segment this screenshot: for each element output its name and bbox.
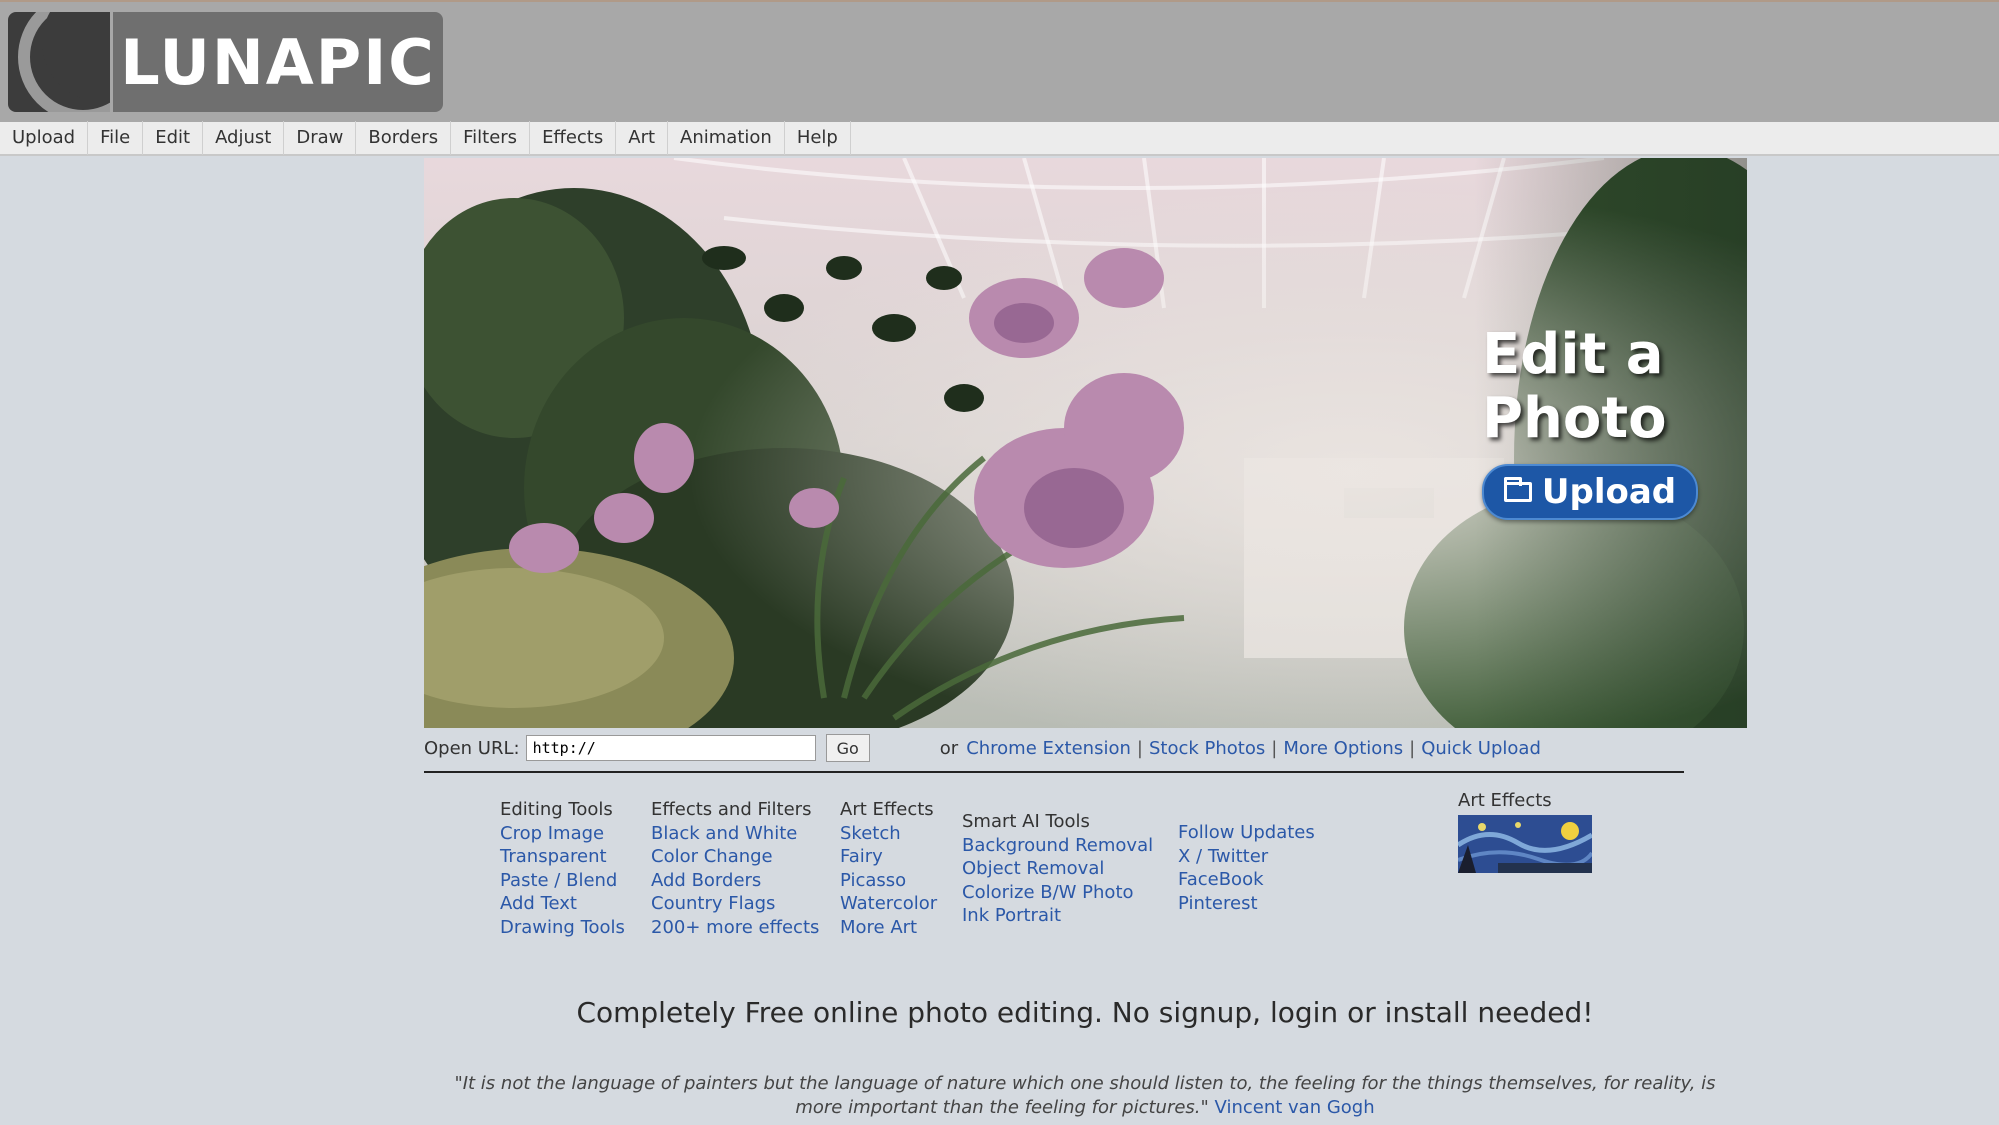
open-url-label: Open URL:	[424, 737, 520, 759]
quote-author-link[interactable]: Vincent van Gogh	[1215, 1097, 1375, 1118]
separator: |	[1409, 737, 1416, 759]
black-white-link[interactable]: Black and White	[651, 822, 819, 846]
chrome-extension-link[interactable]: Chrome Extension	[966, 738, 1131, 759]
starry-night-thumbnail[interactable]	[1458, 815, 1592, 873]
more-art-link[interactable]: More Art	[840, 916, 937, 940]
more-effects-link[interactable]: 200+ more effects	[651, 916, 819, 940]
add-text-link[interactable]: Add Text	[500, 892, 625, 916]
quick-upload-link[interactable]: Quick Upload	[1421, 738, 1541, 759]
hero-title-line2: Photo	[1482, 386, 1667, 451]
art-effects-column: Art Effects Sketch Fairy Picasso Waterco…	[840, 798, 937, 939]
moon-logo-icon	[8, 12, 110, 112]
color-change-link[interactable]: Color Change	[651, 845, 819, 869]
column-heading: Effects and Filters	[651, 799, 812, 820]
menu-art[interactable]: Art	[616, 121, 669, 155]
art-effects-title: Art Effects	[1458, 790, 1552, 811]
smart-ai-column: Smart AI Tools Background Removal Object…	[962, 810, 1153, 928]
menu-borders[interactable]: Borders	[356, 121, 452, 155]
x-twitter-link[interactable]: X / Twitter	[1178, 845, 1315, 869]
section-divider	[424, 771, 1684, 773]
tagline: Completely Free online photo editing. No…	[576, 996, 1594, 1029]
column-heading: Smart AI Tools	[962, 811, 1090, 832]
menu-adjust[interactable]: Adjust	[203, 121, 285, 155]
colorize-link[interactable]: Colorize B/W Photo	[962, 881, 1153, 905]
crop-image-link[interactable]: Crop Image	[500, 822, 625, 846]
object-removal-link[interactable]: Object Removal	[962, 857, 1153, 881]
follow-updates-link[interactable]: Follow Updates	[1178, 821, 1315, 845]
alt-upload-links: or Chrome Extension | Stock Photos | Mor…	[940, 738, 1541, 759]
menu-file[interactable]: File	[88, 121, 144, 155]
column-heading: Art Effects	[840, 799, 934, 820]
facebook-link[interactable]: FaceBook	[1178, 868, 1315, 892]
editing-tools-column: Editing Tools Crop Image Transparent Pas…	[500, 798, 625, 939]
watercolor-link[interactable]: Watercolor	[840, 892, 937, 916]
site-header: LUNAPIC	[0, 0, 1999, 122]
background-removal-link[interactable]: Background Removal	[962, 834, 1153, 858]
menu-edit[interactable]: Edit	[143, 121, 204, 155]
column-heading: Editing Tools	[500, 799, 613, 820]
menu-filters[interactable]: Filters	[451, 121, 531, 155]
menu-help[interactable]: Help	[785, 121, 851, 155]
add-borders-link[interactable]: Add Borders	[651, 869, 819, 893]
picasso-link[interactable]: Picasso	[840, 869, 937, 893]
logo-text: LUNAPIC	[113, 12, 443, 112]
menu-animation[interactable]: Animation	[668, 121, 785, 155]
hero-banner: Edit a Photo Upload	[424, 158, 1747, 728]
url-input[interactable]	[525, 735, 816, 761]
more-options-link[interactable]: More Options	[1283, 738, 1403, 759]
follow-column: Follow Updates X / Twitter FaceBook Pint…	[1178, 821, 1315, 915]
paste-blend-link[interactable]: Paste / Blend	[500, 869, 625, 893]
lunapic-logo[interactable]: LUNAPIC	[8, 12, 443, 112]
separator: |	[1136, 737, 1143, 759]
separator: |	[1271, 737, 1278, 759]
sketch-link[interactable]: Sketch	[840, 822, 937, 846]
hero-title: Edit a Photo	[1482, 323, 1742, 451]
fairy-link[interactable]: Fairy	[840, 845, 937, 869]
go-button[interactable]: Go	[825, 734, 870, 762]
quote-block: "It is not the language of painters but …	[430, 1072, 1740, 1120]
effects-filters-column: Effects and Filters Black and White Colo…	[651, 798, 819, 939]
menu-effects[interactable]: Effects	[530, 121, 617, 155]
stock-photos-link[interactable]: Stock Photos	[1149, 738, 1265, 759]
open-url-row: Open URL: Go or Chrome Extension | Stock…	[424, 730, 1684, 766]
quote-text: "It is not the language of painters but …	[454, 1073, 1716, 1118]
main-menu-bar: Upload File Edit Adjust Draw Borders Fil…	[0, 121, 1999, 156]
art-effects-promo: Art Effects	[1458, 790, 1592, 873]
folder-icon	[1503, 477, 1532, 502]
menu-upload[interactable]: Upload	[0, 121, 89, 155]
ink-portrait-link[interactable]: Ink Portrait	[962, 904, 1153, 928]
hero-title-line1: Edit a	[1482, 322, 1664, 387]
drawing-tools-link[interactable]: Drawing Tools	[500, 916, 625, 940]
transparent-link[interactable]: Transparent	[500, 845, 625, 869]
country-flags-link[interactable]: Country Flags	[651, 892, 819, 916]
menu-draw[interactable]: Draw	[284, 121, 357, 155]
pinterest-link[interactable]: Pinterest	[1178, 892, 1315, 916]
hero-upload-label: Upload	[1541, 472, 1677, 512]
hero-upload-button[interactable]: Upload	[1482, 464, 1698, 520]
or-text: or	[939, 737, 959, 759]
